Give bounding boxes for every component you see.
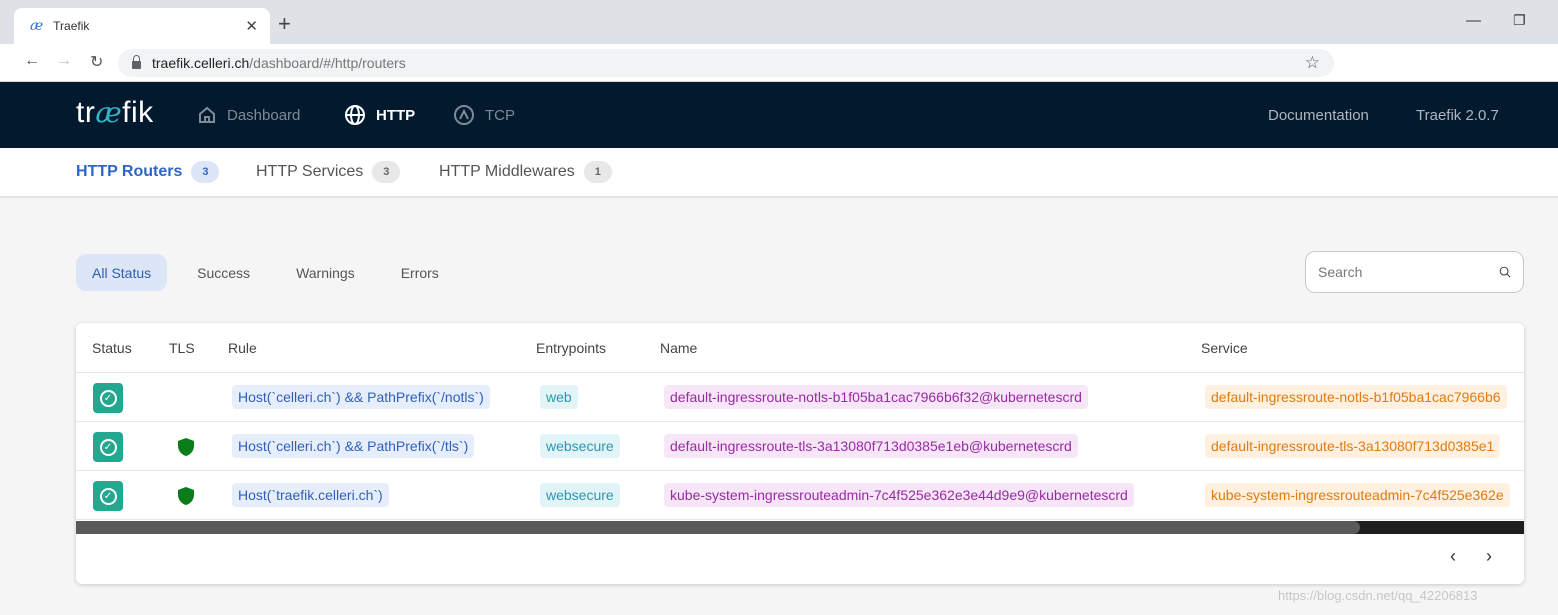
traefik-logo[interactable]: træfik <box>76 96 154 130</box>
minimize-icon[interactable]: — <box>1466 12 1481 29</box>
lock-icon <box>132 55 141 69</box>
tls-shield-icon <box>178 438 194 456</box>
rule-chip: Host(`traefik.celleri.ch`) <box>232 483 389 507</box>
traefik-favicon-icon: æ <box>30 18 44 34</box>
logo-post: fik <box>122 96 154 129</box>
service-chip: default-ingressroute-tls-3a13080f713d038… <box>1205 434 1501 458</box>
nav-label-dashboard: Dashboard <box>227 106 301 124</box>
nav-item-tcp[interactable]: TCP <box>453 82 515 148</box>
browser-tabstrip: æ Traefik ✕ + — ❐ <box>0 0 1558 44</box>
status-filters: All Status Success Warnings Errors <box>76 254 469 291</box>
back-arrow-icon[interactable]: ← <box>24 52 40 70</box>
success-status-icon: ✓ <box>93 432 123 462</box>
search-box <box>1305 251 1524 293</box>
header-rule: Rule <box>228 340 257 356</box>
browser-tab[interactable]: æ Traefik ✕ <box>14 8 270 44</box>
nav-item-http[interactable]: HTTP <box>344 82 415 148</box>
documentation-link[interactable]: Documentation <box>1268 82 1369 148</box>
traefik-navbar: træfik Dashboard HTTP TCP Documentation … <box>0 82 1558 148</box>
new-tab-icon[interactable]: + <box>278 12 291 36</box>
table-row[interactable]: ✓ Host(`celleri.ch`) && PathPrefix(`/tls… <box>76 422 1524 471</box>
scrollbar-thumb[interactable] <box>76 521 1360 534</box>
filter-all-status[interactable]: All Status <box>76 254 168 291</box>
filter-success[interactable]: Success <box>181 254 266 291</box>
tab-http-services[interactable]: HTTP Services 3 <box>256 161 401 183</box>
watermark: https://blog.csdn.net/qq_42206813 <box>1278 588 1478 603</box>
routers-table-card: Status TLS Rule Entrypoints Name Service… <box>76 323 1524 584</box>
home-icon <box>199 106 215 123</box>
restore-icon[interactable]: ❐ <box>1513 12 1526 29</box>
header-status: Status <box>92 340 132 356</box>
horizontal-scrollbar[interactable] <box>76 521 1524 534</box>
bookmark-star-icon[interactable]: ☆ <box>1305 53 1320 73</box>
logo-pre: tr <box>76 96 96 129</box>
tab-label: HTTP Services <box>256 163 364 180</box>
header-name: Name <box>660 340 698 356</box>
nav-label-tcp: TCP <box>485 106 515 124</box>
count-badge: 3 <box>191 161 220 183</box>
table-row[interactable]: ✓ Host(`traefik.celleri.ch`) websecure k… <box>76 471 1524 520</box>
url-path: /dashboard/#/http/routers <box>249 55 406 71</box>
url-text: traefik.celleri.ch/dashboard/#/http/rout… <box>152 55 406 71</box>
entrypoint-chip: web <box>540 385 578 409</box>
next-page-icon[interactable]: › <box>1486 546 1492 567</box>
version-label: Traefik 2.0.7 <box>1416 106 1499 124</box>
globe-icon <box>345 105 365 125</box>
logo-ae: æ <box>95 96 123 129</box>
filter-errors[interactable]: Errors <box>385 254 455 291</box>
service-chip: kube-system-ingressrouteadmin-7c4f525e36… <box>1205 483 1510 507</box>
reload-icon[interactable]: ↻ <box>90 52 103 72</box>
tab-label: HTTP Middlewares <box>439 163 575 180</box>
name-chip: default-ingressroute-tls-3a13080f713d038… <box>664 434 1078 458</box>
header-service: Service <box>1201 340 1248 356</box>
header-entrypoints: Entrypoints <box>536 340 607 356</box>
rule-chip: Host(`celleri.ch`) && PathPrefix(`/tls`) <box>232 434 475 458</box>
nav-label-http: HTTP <box>376 106 416 124</box>
filter-warnings[interactable]: Warnings <box>280 254 371 291</box>
entrypoint-chip: websecure <box>540 483 620 507</box>
success-status-icon: ✓ <box>93 481 123 511</box>
nav-item-dashboard[interactable]: Dashboard <box>197 82 300 148</box>
table-row[interactable]: ✓ Host(`celleri.ch`) && PathPrefix(`/not… <box>76 373 1524 422</box>
search-icon[interactable] <box>1499 262 1511 282</box>
name-chip: default-ingressroute-notls-b1f05ba1cac79… <box>664 385 1088 409</box>
tab-http-routers[interactable]: HTTP Routers 3 <box>76 161 220 183</box>
tcp-icon <box>454 105 474 125</box>
subtabs-bar: HTTP Routers 3 HTTP Services 3 HTTP Midd… <box>0 148 1558 198</box>
forward-arrow-icon[interactable]: → <box>56 52 72 70</box>
address-bar: ← → ↻ traefik.celleri.ch/dashboard/#/htt… <box>0 44 1558 82</box>
url-input[interactable]: traefik.celleri.ch/dashboard/#/http/rout… <box>118 49 1334 77</box>
search-input[interactable] <box>1318 264 1499 280</box>
tab-label: HTTP Routers <box>76 163 183 180</box>
close-tab-icon[interactable]: ✕ <box>245 17 258 35</box>
prev-page-icon[interactable]: ‹ <box>1450 546 1456 567</box>
tab-title: Traefik <box>53 19 90 33</box>
count-badge: 3 <box>372 161 401 183</box>
table-header: Status TLS Rule Entrypoints Name Service <box>76 323 1524 373</box>
rule-chip: Host(`celleri.ch`) && PathPrefix(`/notls… <box>232 385 490 409</box>
entrypoint-chip: websecure <box>540 434 620 458</box>
service-chip: default-ingressroute-notls-b1f05ba1cac79… <box>1205 385 1507 409</box>
tab-http-middlewares[interactable]: HTTP Middlewares 1 <box>439 161 612 183</box>
url-host: traefik.celleri.ch <box>152 55 250 71</box>
count-badge: 1 <box>583 161 612 183</box>
header-tls: TLS <box>169 340 195 356</box>
name-chip: kube-system-ingressrouteadmin-7c4f525e36… <box>664 483 1134 507</box>
success-status-icon: ✓ <box>93 383 123 413</box>
tls-shield-icon <box>178 487 194 505</box>
